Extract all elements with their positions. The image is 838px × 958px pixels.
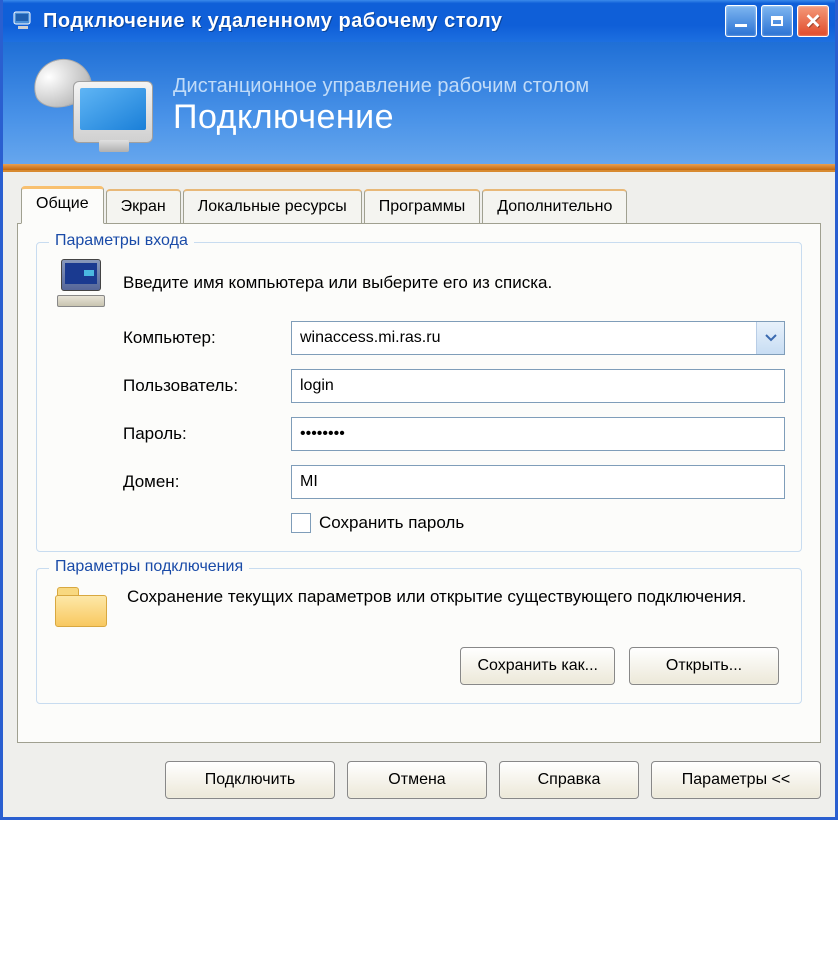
titlebar[interactable]: Подключение к удаленному рабочему столу … — [3, 0, 835, 42]
computer-icon — [53, 259, 109, 307]
login-legend: Параметры входа — [49, 232, 194, 250]
tab-general[interactable]: Общие — [21, 186, 104, 224]
footer-buttons: Подключить Отмена Справка Параметры << — [17, 761, 821, 799]
window-title: Подключение к удаленному рабочему столу — [43, 10, 721, 33]
banner-subtitle: Дистанционное управление рабочим столом — [173, 75, 835, 98]
header-banner: Дистанционное управление рабочим столом … — [3, 42, 835, 172]
minimize-button[interactable] — [725, 5, 757, 37]
connect-button[interactable]: Подключить — [165, 761, 335, 799]
computer-input[interactable] — [291, 321, 785, 355]
computer-combo[interactable] — [291, 321, 785, 355]
tab-local-resources[interactable]: Локальные ресурсы — [183, 189, 362, 223]
tab-content: Параметры входа Введите имя компьютера и… — [17, 223, 821, 743]
close-button[interactable]: ✕ — [797, 5, 829, 37]
tab-programs[interactable]: Программы — [364, 189, 480, 223]
banner-title: Подключение — [173, 98, 835, 137]
user-label: Пользователь: — [123, 376, 283, 396]
domain-input[interactable] — [291, 465, 785, 499]
open-button[interactable]: Открыть... — [629, 647, 779, 685]
connection-groupbox: Параметры подключения Сохранение текущих… — [36, 568, 802, 704]
tab-screen[interactable]: Экран — [106, 189, 181, 223]
app-icon — [11, 9, 35, 33]
tab-advanced[interactable]: Дополнительно — [482, 189, 627, 223]
computer-label: Компьютер: — [123, 328, 283, 348]
connection-instruction: Сохранение текущих параметров или открыт… — [127, 585, 785, 609]
window: Подключение к удаленному рабочему столу … — [0, 0, 838, 820]
cancel-button[interactable]: Отмена — [347, 761, 487, 799]
save-password-checkbox[interactable] — [291, 513, 311, 533]
parameters-button[interactable]: Параметры << — [651, 761, 821, 799]
monitor-icon — [73, 81, 153, 143]
user-input[interactable] — [291, 369, 785, 403]
tab-strip: Общие Экран Локальные ресурсы Программы … — [17, 186, 821, 223]
folder-icon — [53, 585, 109, 629]
password-label: Пароль: — [123, 424, 283, 444]
save-password-label: Сохранить пароль — [319, 513, 464, 533]
help-button[interactable]: Справка — [499, 761, 639, 799]
connection-legend: Параметры подключения — [49, 558, 249, 576]
maximize-button[interactable] — [761, 5, 793, 37]
banner-graphic — [23, 51, 163, 161]
save-as-button[interactable]: Сохранить как... — [460, 647, 615, 685]
password-input[interactable] — [291, 417, 785, 451]
body-area: Общие Экран Локальные ресурсы Программы … — [3, 172, 835, 817]
login-instruction: Введите имя компьютера или выберите его … — [123, 273, 552, 293]
chevron-down-icon[interactable] — [756, 322, 784, 354]
login-groupbox: Параметры входа Введите имя компьютера и… — [36, 242, 802, 552]
domain-label: Домен: — [123, 472, 283, 492]
